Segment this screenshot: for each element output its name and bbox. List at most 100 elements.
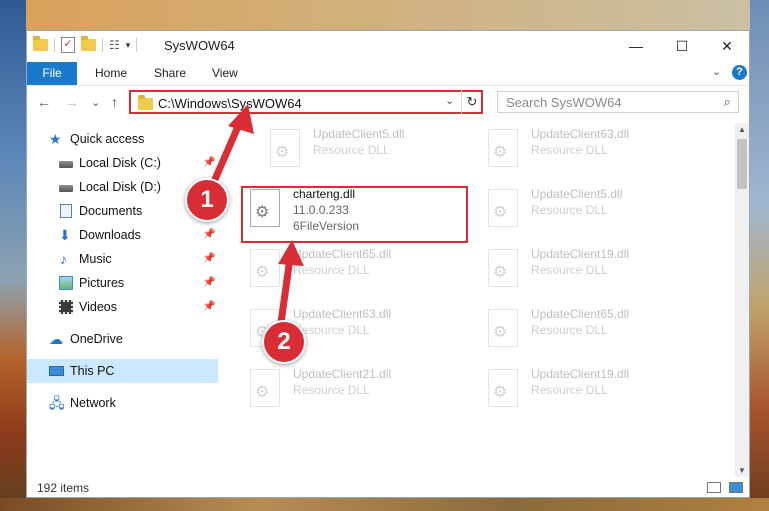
status-bar: 192 items: [27, 478, 749, 497]
customize-toolbar-icon[interactable]: ▾: [126, 40, 131, 51]
file-description: Resource DLL: [531, 263, 608, 277]
file-name: UpdateClient5.dll: [313, 127, 405, 141]
file-name: UpdateClient21.dll: [293, 367, 392, 381]
videos-icon: [59, 300, 73, 314]
folder-icon: [138, 95, 153, 110]
view-icon[interactable]: ☷: [109, 38, 120, 52]
sidebar-item-label: Local Disk (C:): [79, 156, 161, 170]
tab-file[interactable]: File: [27, 62, 77, 85]
file-item[interactable]: UpdateClient65.dll Resource DLL: [483, 303, 703, 353]
file-item[interactable]: UpdateClient21.dll Resource DLL: [245, 363, 465, 413]
scroll-up-icon[interactable]: ▲: [738, 125, 746, 134]
file-name: UpdateClient65.dll: [531, 307, 630, 321]
pin-icon[interactable]: 📌: [203, 223, 215, 247]
quick-access-toolbar: ✓ ☷ ▾: [33, 36, 138, 53]
ribbon: File Home Share View ⌄ ?: [27, 61, 749, 86]
file-item[interactable]: UpdateClient63.dll Resource DLL: [483, 123, 703, 173]
file-description: Resource DLL: [531, 203, 608, 217]
maximize-button[interactable]: ☐: [659, 31, 705, 61]
desktop-wallpaper-right: [750, 0, 769, 511]
file-name: UpdateClient19.dll: [531, 367, 630, 381]
search-placeholder: Search SysWOW64: [506, 95, 622, 110]
new-folder-icon[interactable]: [81, 36, 96, 51]
file-name: UpdateClient5.dll: [531, 187, 623, 201]
file-item[interactable]: UpdateClient19.dll Resource DLL: [483, 243, 703, 293]
close-button[interactable]: ✕: [704, 31, 750, 61]
navigation-bar: ← → ⌄ ↑ C:\Windows\SysWOW64 ⌄ ↻ Search S…: [27, 86, 749, 120]
documents-icon: [60, 204, 72, 218]
address-dropdown-icon[interactable]: ⌄: [445, 94, 454, 107]
sidebar-item-videos[interactable]: Videos 📌: [27, 295, 218, 319]
sidebar-item-label: This PC: [70, 364, 115, 378]
file-item[interactable]: UpdateClient19.dll Resource DLL: [483, 363, 703, 413]
disk-icon: [59, 161, 73, 168]
sidebar-item-label: Downloads: [79, 228, 141, 242]
this-pc-icon: [49, 366, 64, 376]
file-description: Resource DLL: [531, 143, 608, 157]
scroll-down-icon[interactable]: ▼: [738, 466, 746, 475]
sidebar-item-onedrive[interactable]: ☁ OneDrive: [27, 327, 218, 351]
pin-icon[interactable]: 📌: [203, 247, 215, 271]
dll-file-icon: [488, 369, 518, 407]
dll-file-icon: [488, 309, 518, 347]
star-icon: ★: [49, 131, 62, 147]
tab-home[interactable]: Home: [95, 62, 127, 85]
search-icon[interactable]: ⌕: [724, 94, 731, 110]
annotation-badge-2: 2: [262, 320, 306, 364]
sidebar-item-pictures[interactable]: Pictures 📌: [27, 271, 218, 295]
file-description: Resource DLL: [313, 143, 390, 157]
window-title: SysWOW64: [164, 38, 235, 53]
sidebar-item-label: Music: [79, 252, 112, 266]
folder-icon: [33, 36, 48, 51]
onedrive-icon: ☁: [49, 331, 63, 347]
file-item[interactable]: UpdateClient5.dll Resource DLL: [483, 183, 703, 233]
vertical-scrollbar[interactable]: ▲ ▼: [735, 123, 749, 477]
item-count: 192 items: [37, 481, 90, 495]
highlight-box-file: [241, 186, 468, 243]
details-view-icon[interactable]: [707, 482, 721, 493]
file-explorer-window: ✓ ☷ ▾ SysWOW64 — ☐ ✕ File Home Share Vie…: [26, 30, 750, 498]
refresh-button[interactable]: ↻: [461, 90, 482, 114]
sidebar-item-this-pc[interactable]: This PC: [27, 359, 218, 383]
sidebar-item-label: Quick access: [70, 132, 145, 146]
annotation-badge-1: 1: [185, 178, 229, 222]
dll-file-icon: [250, 369, 280, 407]
large-icons-view-icon[interactable]: [729, 482, 743, 493]
recent-locations-button[interactable]: ⌄: [91, 96, 100, 109]
file-description: Resource DLL: [531, 323, 608, 337]
pin-icon[interactable]: 📌: [203, 295, 215, 319]
sidebar-item-downloads[interactable]: ⬇ Downloads 📌: [27, 223, 218, 247]
sidebar-item-music[interactable]: ♪ Music 📌: [27, 247, 218, 271]
file-name: UpdateClient63.dll: [531, 127, 630, 141]
disk-icon: [59, 185, 73, 192]
divider: [54, 38, 55, 52]
tab-view[interactable]: View: [212, 62, 238, 85]
tab-share[interactable]: Share: [154, 62, 186, 85]
dll-file-icon: [488, 249, 518, 287]
sidebar-item-label: Documents: [79, 204, 143, 218]
expand-ribbon-icon[interactable]: ⌄: [712, 65, 721, 78]
sidebar-item-label: Network: [70, 396, 116, 410]
file-description: Resource DLL: [293, 383, 370, 397]
network-icon: 🖧: [49, 395, 65, 411]
pin-icon[interactable]: 📌: [203, 271, 215, 295]
search-input[interactable]: Search SysWOW64 ⌕: [497, 91, 739, 113]
sidebar-item-label: Local Disk (D:): [79, 180, 161, 194]
help-icon[interactable]: ?: [732, 65, 747, 80]
scrollbar-thumb[interactable]: [737, 139, 747, 189]
minimize-button[interactable]: —: [613, 31, 659, 61]
dll-file-icon: [488, 189, 518, 227]
title-bar: ✓ ☷ ▾ SysWOW64 — ☐ ✕: [27, 31, 749, 61]
pictures-icon: [59, 276, 73, 290]
file-list: UpdateClient5.dll Resource DLL charteng.…: [245, 123, 735, 468]
properties-icon[interactable]: ✓: [61, 37, 75, 53]
desktop-wallpaper-left: [0, 0, 26, 511]
file-item[interactable]: UpdateClient5.dll Resource DLL: [265, 123, 485, 173]
sidebar-item-network[interactable]: 🖧 Network: [27, 391, 218, 415]
forward-button[interactable]: →: [65, 94, 79, 110]
address-bar[interactable]: C:\Windows\SysWOW64 ⌄ ↻: [129, 90, 483, 114]
dll-file-icon: [270, 129, 300, 167]
sidebar-item-label: OneDrive: [70, 332, 123, 346]
back-button[interactable]: ←: [37, 94, 51, 110]
up-button[interactable]: ↑: [111, 94, 118, 110]
